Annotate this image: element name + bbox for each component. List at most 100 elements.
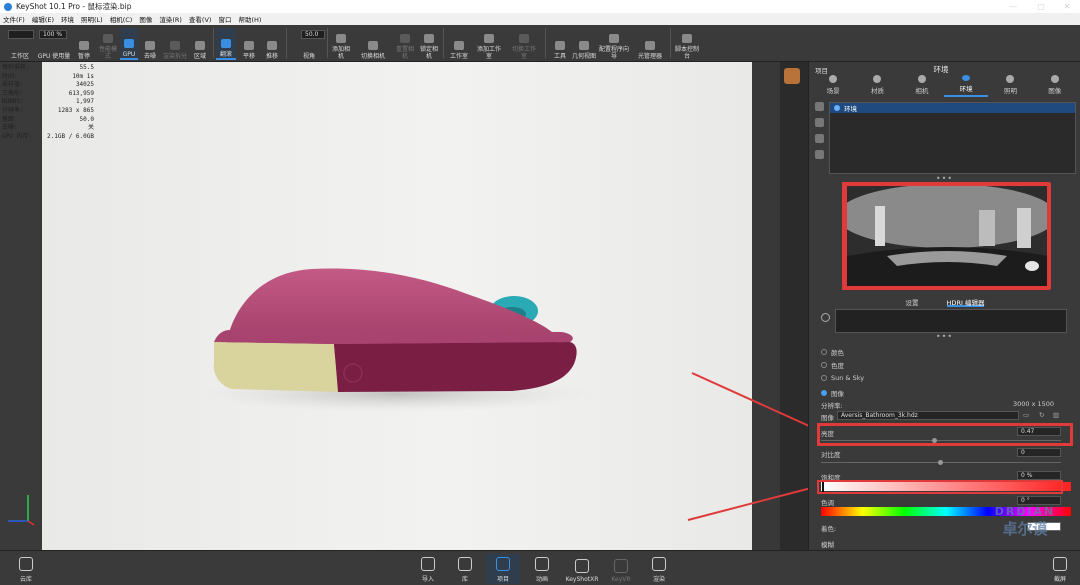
- subtab-settings[interactable]: 设置: [906, 297, 919, 307]
- render-split-button[interactable]: 渲染拆分: [162, 28, 188, 60]
- tools-button[interactable]: 工具: [550, 28, 570, 60]
- trash-icon[interactable]: ▥: [1053, 411, 1059, 419]
- menu-edit[interactable]: 编辑(E): [32, 14, 54, 24]
- hue-field[interactable]: 0 °: [1017, 496, 1061, 505]
- import-label: 导入: [421, 576, 434, 583]
- close-button[interactable]: ✕: [1054, 0, 1080, 13]
- tab-environment[interactable]: 环境: [943, 75, 989, 97]
- tab-lighting[interactable]: 照明: [988, 75, 1032, 97]
- scene-icon: [829, 75, 838, 83]
- render-viewport[interactable]: [42, 62, 780, 550]
- duplicate-environment-icon[interactable]: [815, 118, 824, 127]
- contrast-slider-knob[interactable]: [938, 460, 943, 465]
- render-split-icon: [170, 41, 180, 50]
- pins-box[interactable]: [835, 309, 1067, 333]
- add-environment-icon[interactable]: [815, 102, 824, 111]
- perspective-button[interactable]: 视角: [297, 28, 321, 60]
- add-camera-button[interactable]: 添加相机: [331, 28, 351, 60]
- script-console-button[interactable]: 脚本控制台: [674, 28, 700, 60]
- environment-list-item[interactable]: 环境: [830, 103, 1075, 113]
- gpu-usage-button[interactable]: GPU 使用量: [36, 28, 72, 60]
- keyvr-button[interactable]: KeyVR: [604, 554, 638, 584]
- animation-button[interactable]: 动画: [525, 554, 559, 584]
- minimize-button[interactable]: —: [1000, 0, 1026, 13]
- subtab-hdri-editor[interactable]: HDRI 编辑器: [946, 297, 985, 307]
- refresh-icon[interactable]: ↻: [1039, 411, 1044, 419]
- bg-option-gradient[interactable]: 色度: [821, 360, 844, 370]
- saturation-field[interactable]: 0 %: [1017, 471, 1061, 480]
- splitter-handle-2[interactable]: •••: [809, 332, 1080, 341]
- radio-gradient[interactable]: [821, 362, 827, 368]
- menu-render[interactable]: 渲染(R): [159, 14, 182, 24]
- radio-color[interactable]: [821, 349, 827, 355]
- contrast-field[interactable]: 0: [1017, 448, 1061, 457]
- menu-lighting[interactable]: 照明(L): [81, 14, 103, 24]
- geometry-view-button[interactable]: 几何视图: [572, 28, 596, 60]
- switch-camera-button[interactable]: 切换相机: [360, 28, 386, 60]
- gpu-toggle-button[interactable]: GPU: [120, 28, 138, 60]
- tab-material[interactable]: 材质: [855, 75, 899, 97]
- menu-camera[interactable]: 相机(C): [110, 14, 133, 24]
- workspace-button[interactable]: 工作区: [6, 28, 34, 60]
- folder-icon[interactable]: ▭: [1023, 411, 1029, 419]
- studio-button[interactable]: 工作室: [447, 28, 471, 60]
- menu-environment[interactable]: 环境: [61, 14, 74, 24]
- lock-camera-label: 锁定相机: [419, 46, 438, 60]
- add-camera-icon: [336, 34, 346, 43]
- axis-gizmo: [8, 495, 35, 526]
- pin-crosshair-icon[interactable]: [821, 313, 830, 322]
- tab-scene[interactable]: 场景: [811, 75, 855, 97]
- bg-option-gradient-label: 色度: [831, 362, 844, 370]
- bg-option-sun-sky[interactable]: Sun & Sky: [821, 374, 864, 382]
- switch-studio-button[interactable]: 切换工作室: [510, 28, 538, 60]
- screenshot-button[interactable]: 截屏: [1043, 554, 1077, 584]
- import-button[interactable]: 导入: [411, 554, 445, 584]
- reset-camera-button[interactable]: 重置相机: [394, 28, 416, 60]
- copy-environment-icon[interactable]: [815, 134, 824, 143]
- brightness-slider-track[interactable]: [821, 440, 1061, 441]
- library-label: 库: [461, 576, 468, 583]
- region-button[interactable]: 区域: [190, 28, 210, 60]
- brightness-field[interactable]: 0.47: [1017, 427, 1061, 436]
- configurator-wizard-button[interactable]: 配置程序向导: [598, 28, 630, 60]
- menu-window[interactable]: 窗口: [218, 14, 231, 24]
- render-button[interactable]: 渲染: [642, 554, 676, 584]
- radio-image[interactable]: [821, 390, 827, 396]
- project-button[interactable]: 项目: [486, 554, 520, 584]
- image-file-field[interactable]: Aversis_Bathroom_3k.hdz: [837, 411, 1019, 420]
- tab-camera[interactable]: 相机: [900, 75, 944, 97]
- mouse-base-side: [334, 342, 577, 392]
- stat-value: 关: [87, 124, 94, 132]
- tumble-button[interactable]: 翻滚: [216, 28, 236, 60]
- library-button[interactable]: 库: [448, 554, 482, 584]
- menu-file[interactable]: 文件(F): [3, 14, 25, 24]
- add-studio-label: 添加工作室: [476, 46, 501, 60]
- resolution-label: 分辨率:: [821, 402, 843, 410]
- pause-icon: [79, 41, 89, 50]
- menu-image[interactable]: 图像: [139, 14, 152, 24]
- maximize-button[interactable]: ▢: [1028, 0, 1054, 13]
- dolly-button[interactable]: 推移: [262, 28, 282, 60]
- keyshotxr-button[interactable]: KeyShotXR: [563, 554, 601, 584]
- menu-help[interactable]: 帮助(H): [238, 14, 261, 24]
- menu-view[interactable]: 查看(V): [189, 14, 212, 24]
- lock-camera-button[interactable]: 锁定相机: [418, 28, 440, 60]
- pause-button[interactable]: 暂停: [74, 28, 94, 60]
- light-manager-button[interactable]: 光管理器: [634, 28, 666, 60]
- performance-mode-button[interactable]: 性能模式: [97, 28, 119, 60]
- tab-image[interactable]: 图像: [1033, 75, 1077, 97]
- pan-button[interactable]: 平移: [239, 28, 259, 60]
- script-console-icon: [682, 34, 692, 43]
- brightness-slider-knob[interactable]: [931, 438, 937, 443]
- bg-option-color[interactable]: 颜色: [821, 347, 844, 357]
- add-studio-button[interactable]: 添加工作室: [476, 28, 502, 60]
- stat-label: 去噪:: [2, 124, 18, 132]
- denoise-button[interactable]: 去噪: [140, 28, 160, 60]
- camera-lock-icon[interactable]: [784, 68, 800, 84]
- radio-sun-sky[interactable]: [821, 375, 827, 381]
- delete-environment-icon[interactable]: [815, 150, 824, 159]
- studio-icon: [454, 41, 464, 50]
- cloud-library-button[interactable]: 云库: [8, 554, 44, 584]
- keyshot-app: KeyShot 10.1 Pro - 鼠标渲染.bip — ▢ ✕ 文件(F) …: [0, 0, 1080, 585]
- bg-option-image[interactable]: 图像: [821, 388, 844, 398]
